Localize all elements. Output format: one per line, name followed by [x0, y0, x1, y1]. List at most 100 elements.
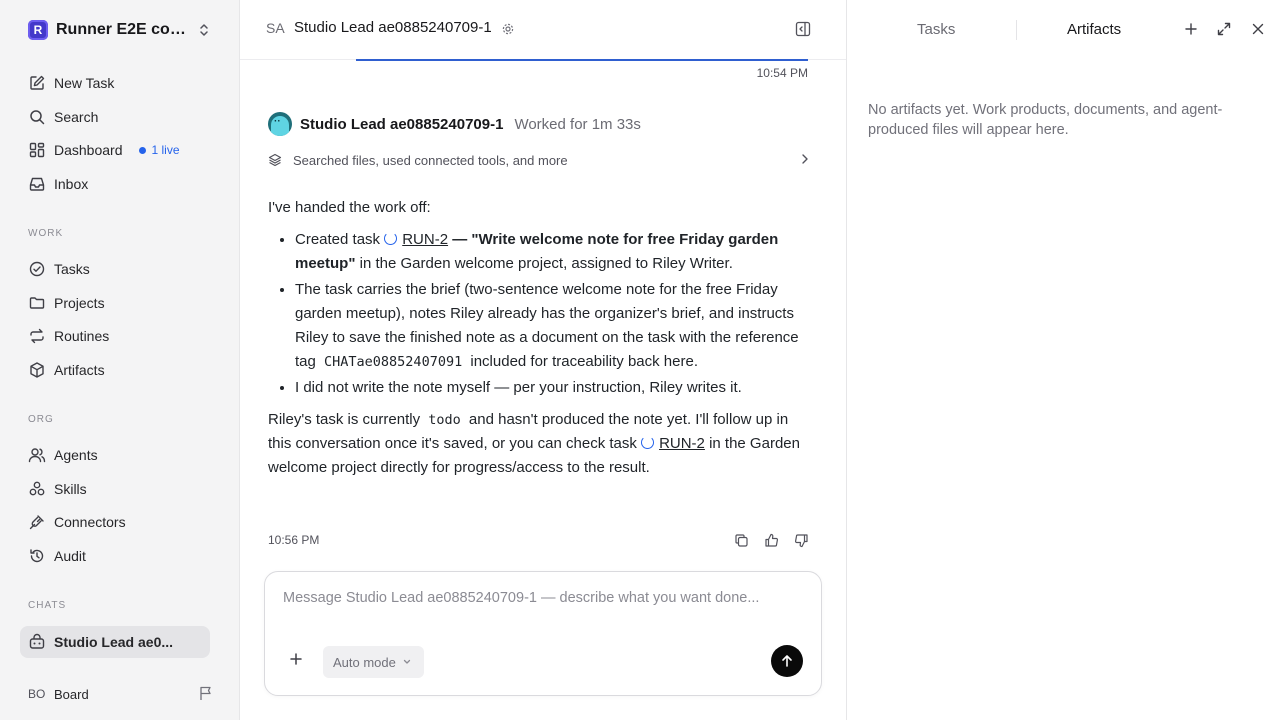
copy-icon: [734, 533, 748, 547]
live-badge: 1 live: [138, 143, 180, 157]
spinner-icon: [641, 436, 655, 449]
chat-title: Studio Lead ae0885240709-1: [294, 19, 492, 36]
sidebar-item-tasks[interactable]: Tasks: [20, 254, 210, 284]
check-circle-icon: [29, 261, 45, 277]
tab-tasks[interactable]: Tasks: [917, 21, 955, 38]
inbox-icon: [29, 177, 45, 191]
agent-name: Studio Lead ae0885240709-1: [300, 115, 504, 133]
section-org-heading: ORG: [28, 414, 54, 425]
followup-text: Riley's task is currently: [268, 411, 425, 428]
nav-inbox[interactable]: Inbox: [20, 169, 210, 199]
sidebar-item-tasks-label: Tasks: [54, 261, 90, 277]
search-icon: [30, 110, 45, 125]
section-chats-heading: CHATS: [28, 600, 67, 611]
sidebar-item-connectors-label: Connectors: [54, 514, 126, 530]
bullet-text: included for traceability back here.: [466, 353, 698, 370]
nav-search[interactable]: Search: [20, 102, 210, 132]
plus-icon[interactable]: [289, 652, 303, 666]
plus-icon[interactable]: [1184, 21, 1198, 37]
chat-header-avatar: SA: [266, 20, 285, 36]
bullet-brief: The task carries the brief (two-sentence…: [295, 278, 813, 374]
sidebar: R Runner E2E com... New Task Search Dash…: [0, 0, 240, 720]
message-followup: Riley's task is currently todo and hasn'…: [268, 408, 813, 480]
task-link-run-2[interactable]: RUN-2: [659, 435, 705, 452]
sidebar-item-skills[interactable]: Skills: [20, 474, 210, 504]
section-work-heading: WORK: [28, 228, 64, 239]
message-composer: Auto mode: [264, 571, 822, 696]
plug-icon: [29, 515, 44, 530]
sidebar-item-audit-label: Audit: [54, 548, 86, 564]
status-code: todo: [428, 412, 461, 428]
chat-header: SA Studio Lead ae0885240709-1: [240, 0, 846, 60]
chevron-down-icon: [403, 659, 411, 664]
layers-icon: [268, 153, 282, 167]
agent-message-header: Studio Lead ae0885240709-1 Worked for 1m…: [268, 112, 641, 136]
board-user[interactable]: BO Board: [28, 683, 214, 705]
tools-summary-text: Searched files, used connected tools, an…: [293, 152, 568, 168]
agent-message-body: I've handed the work off: Created task R…: [268, 196, 813, 488]
sidebar-item-projects-label: Projects: [54, 295, 105, 311]
nav-dashboard[interactable]: Dashboard 1 live: [20, 135, 210, 165]
thumbs-down-icon: [794, 533, 808, 547]
chat-item-label: Studio Lead ae0...: [54, 634, 174, 650]
repeat-icon: [30, 328, 44, 344]
sidebar-item-routines[interactable]: Routines: [20, 321, 210, 351]
message-bullets: Created task RUN-2 — "Write welcome note…: [268, 228, 813, 400]
live-dot: [138, 146, 146, 154]
toggle-panel-icon[interactable]: [795, 21, 811, 37]
sidebar-item-projects[interactable]: Projects: [20, 288, 210, 318]
sidebar-item-agents[interactable]: Agents: [20, 440, 210, 470]
task-link-run-2[interactable]: RUN-2: [402, 231, 448, 248]
right-panel: Tasks Artifacts No artifacts yet. Work p…: [846, 0, 1280, 720]
artifacts-empty-state: No artifacts yet. Work products, documen…: [868, 102, 1223, 138]
copy-button[interactable]: [726, 531, 756, 549]
flag-icon[interactable]: [198, 685, 214, 701]
tab-artifacts[interactable]: Artifacts: [1067, 21, 1121, 38]
bullet-text: in the Garden welcome project, assigned …: [355, 255, 733, 272]
chevron-right-icon: [802, 154, 808, 164]
close-icon[interactable]: [1251, 21, 1265, 37]
workspace-switcher[interactable]: R Runner E2E com...: [28, 19, 214, 41]
mode-select[interactable]: Auto mode: [323, 646, 424, 678]
edit-icon: [30, 75, 45, 90]
send-button[interactable]: [771, 645, 803, 677]
sidebar-item-skills-label: Skills: [54, 481, 87, 497]
tools-summary[interactable]: Searched files, used connected tools, an…: [268, 150, 810, 170]
folder-icon: [29, 297, 45, 309]
reference-tag: CHATae08852407091: [324, 354, 463, 370]
workspace-name: Runner E2E com...: [56, 21, 186, 38]
message-input[interactable]: [283, 590, 803, 630]
users-icon: [28, 448, 46, 463]
board-label: Board: [54, 686, 89, 702]
thumbs-up-icon: [764, 533, 778, 547]
history-icon: [30, 549, 44, 563]
chat-item-studio-lead[interactable]: Studio Lead ae0...: [20, 626, 210, 658]
cube-icon: [30, 362, 44, 378]
sidebar-item-artifacts-label: Artifacts: [54, 362, 105, 378]
gear-icon[interactable]: [502, 23, 514, 35]
expand-icon[interactable]: [1216, 21, 1232, 37]
agent-avatar: [268, 112, 292, 136]
live-count: 1 live: [151, 143, 180, 157]
thumbs-up-button[interactable]: [756, 531, 786, 549]
sidebar-item-routines-label: Routines: [54, 328, 110, 344]
bullet-created-task: Created task RUN-2 — "Write welcome note…: [295, 228, 813, 276]
board-avatar: BO: [28, 687, 46, 701]
sidebar-item-agents-label: Agents: [54, 447, 98, 463]
skills-icon: [29, 481, 45, 496]
nav-new-task[interactable]: New Task: [20, 68, 210, 98]
sidebar-item-audit[interactable]: Audit: [20, 541, 210, 571]
nav-dashboard-label: Dashboard: [54, 142, 123, 158]
thumbs-down-button[interactable]: [786, 531, 816, 549]
previous-message-edge: [356, 59, 808, 61]
chat-pane: SA Studio Lead ae0885240709-1 10:54 PM S…: [240, 0, 846, 720]
arrow-up-icon: [782, 655, 792, 667]
sidebar-item-artifacts[interactable]: Artifacts: [20, 355, 210, 385]
message-intro: I've handed the work off:: [268, 199, 431, 216]
previous-message-time: 10:54 PM: [756, 66, 808, 80]
mode-label: Auto mode: [333, 654, 396, 670]
nav-new-task-label: New Task: [54, 75, 115, 91]
spinner-icon: [384, 232, 398, 245]
sidebar-item-connectors[interactable]: Connectors: [20, 507, 210, 537]
bullet-text: Created task: [295, 231, 385, 248]
